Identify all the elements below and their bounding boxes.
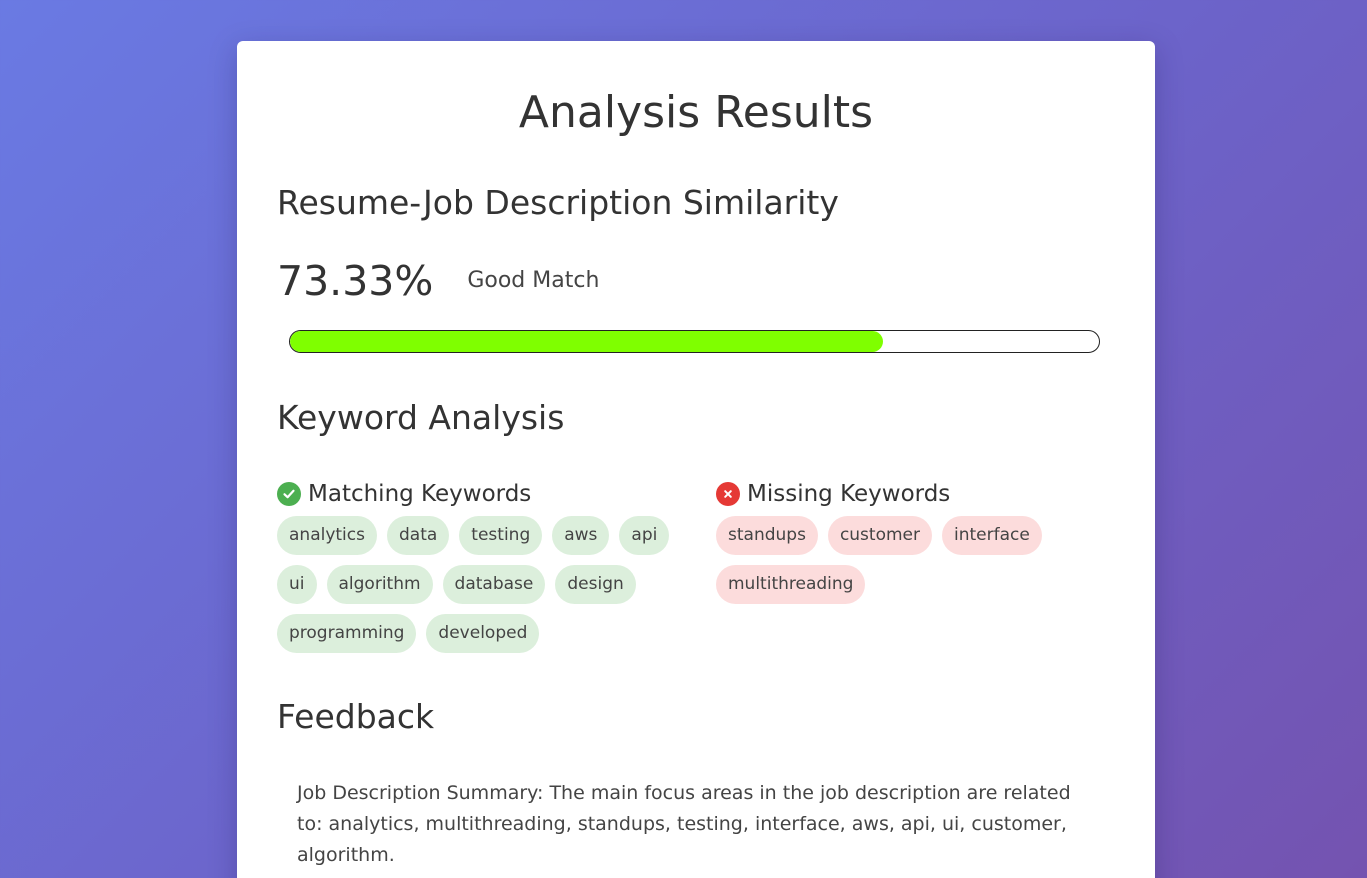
matching-keyword-tag: aws: [552, 516, 610, 555]
matching-keyword-tag: programming: [277, 614, 417, 653]
missing-keywords-list: standups customer interface multithreading: [716, 516, 1116, 604]
matching-keyword-tag: developed: [426, 614, 540, 653]
feedback-heading: Feedback: [277, 697, 435, 736]
matching-keyword-tag: design: [555, 565, 636, 604]
page-title: Analysis Results: [518, 87, 874, 138]
matching-keywords-section: Matching Keywords analytics data testing aw…: [277, 479, 677, 653]
check-circle-icon: [277, 482, 301, 506]
keyword-analysis-heading: Keyword Analysis: [277, 398, 565, 437]
match-label: Good Match: [467, 268, 600, 293]
missing-keyword-tag: customer: [827, 516, 932, 555]
matching-keywords-list: analytics data testing aws api ui algorithm dat…: [277, 516, 677, 653]
matching-keyword-tag: algorithm: [326, 565, 433, 604]
x-circle-icon: [716, 482, 740, 506]
matching-keyword-tag: api: [619, 516, 670, 555]
results-card: Analysis Results Resume-Job Description …: [237, 41, 1155, 878]
feedback-text: Job Description Summary: The main focus …: [297, 782, 1071, 866]
score-row: 73.33% Good Match: [277, 255, 599, 307]
missing-keyword-tag: interface: [942, 516, 1042, 555]
matching-keywords-header: Matching Keywords: [277, 479, 677, 509]
similarity-heading: Resume-Job Description Similarity: [277, 183, 839, 222]
missing-keyword-tag: multithreading: [716, 565, 866, 604]
missing-keyword-tag: standups: [716, 516, 818, 555]
similarity-progress-bar: [289, 330, 1100, 353]
matching-keyword-tag: data: [387, 516, 450, 555]
matching-keywords-title: Matching Keywords: [308, 481, 532, 507]
missing-keywords-header: Missing Keywords: [716, 479, 1116, 509]
matching-keyword-tag: testing: [459, 516, 543, 555]
similarity-score: 73.33%: [277, 257, 434, 305]
matching-keyword-tag: database: [442, 565, 546, 604]
matching-keyword-tag: analytics: [277, 516, 377, 555]
matching-keyword-tag: ui: [277, 565, 317, 604]
similarity-progress-fill: [290, 331, 884, 352]
missing-keywords-section: Missing Keywords standups customer interfa…: [716, 479, 1116, 604]
missing-keywords-title: Missing Keywords: [747, 481, 951, 507]
